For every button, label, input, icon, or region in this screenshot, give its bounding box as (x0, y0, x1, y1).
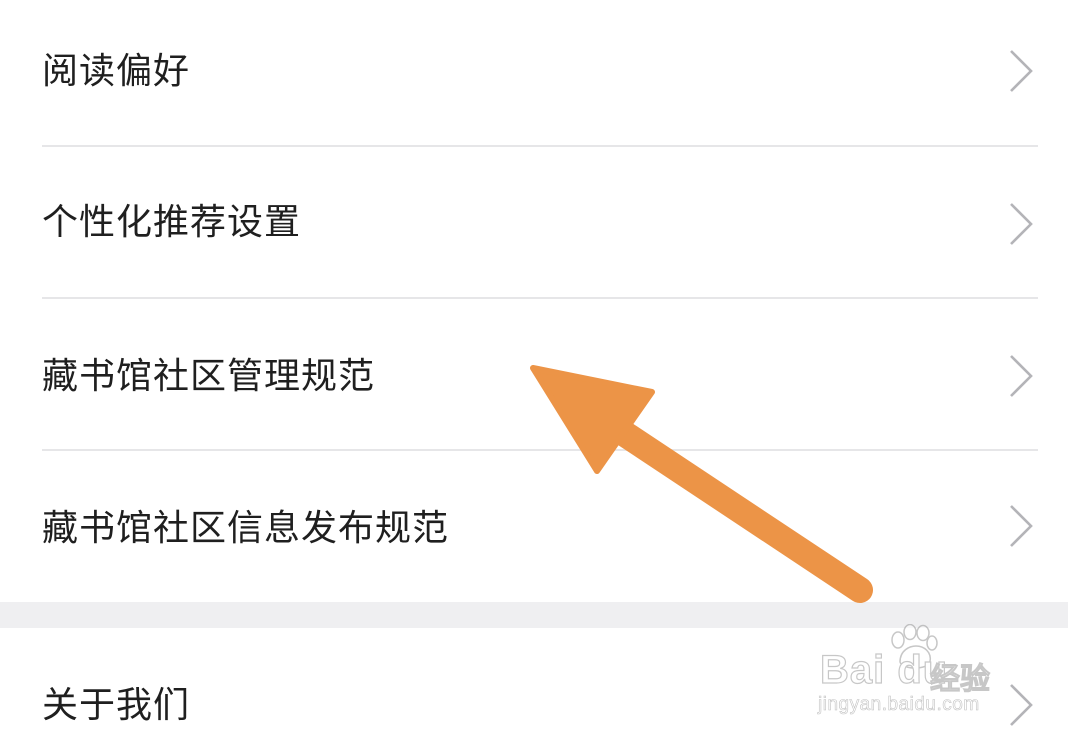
settings-item-community-posting-rules[interactable]: 藏书馆社区信息发布规范 (0, 451, 1068, 602)
chevron-right-icon (1010, 203, 1033, 245)
settings-item-reading-preferences[interactable]: 阅读偏好 (0, 0, 1068, 146)
settings-screen: 阅读偏好 个性化推荐设置 藏书馆社区管理规范 藏书馆社区信息发布规范 关于我们 … (0, 0, 1068, 740)
chevron-right-icon (1010, 684, 1033, 726)
settings-item-label: 藏书馆社区管理规范 (42, 356, 376, 397)
settings-item-label: 阅读偏好 (42, 51, 191, 92)
chevron-right-icon (1010, 505, 1033, 547)
chevron-right-icon (1010, 355, 1033, 397)
settings-item-community-management-rules[interactable]: 藏书馆社区管理规范 (0, 299, 1068, 449)
settings-item-label: 关于我们 (42, 685, 191, 726)
settings-item-label: 个性化推荐设置 (42, 202, 302, 243)
settings-item-label: 藏书馆社区信息发布规范 (42, 508, 450, 549)
settings-group-about: 关于我们 (0, 628, 1068, 740)
settings-item-about-us[interactable]: 关于我们 (0, 628, 1068, 740)
section-separator (0, 602, 1068, 628)
settings-item-personalized-recommendations[interactable]: 个性化推荐设置 (0, 147, 1068, 297)
settings-group-main: 阅读偏好 个性化推荐设置 藏书馆社区管理规范 藏书馆社区信息发布规范 (0, 0, 1068, 602)
chevron-right-icon (1010, 50, 1033, 92)
